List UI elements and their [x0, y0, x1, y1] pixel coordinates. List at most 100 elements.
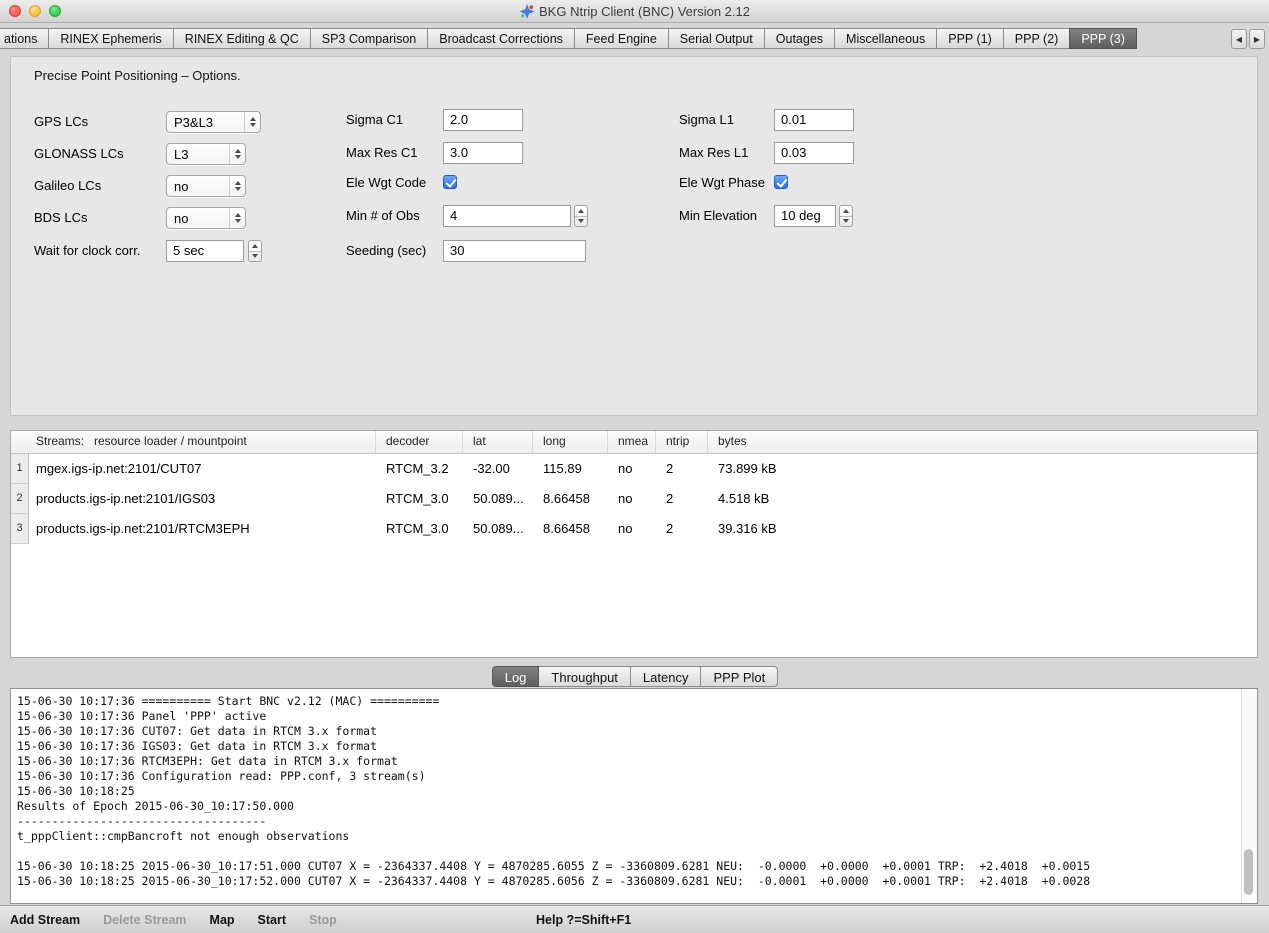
add-stream-button[interactable]: Add Stream [10, 913, 80, 927]
check-icon [445, 176, 456, 188]
glonass-lcs-label: GLONASS LCs [34, 146, 124, 161]
step-up-icon[interactable] [575, 206, 587, 217]
row-number[interactable]: 1 [11, 454, 29, 484]
tab-ppp-2[interactable]: PPP (2) [1003, 28, 1071, 49]
cell-nmea: no [608, 514, 656, 544]
step-down-icon[interactable] [840, 217, 852, 227]
cell-lat: 50.089... [463, 484, 533, 514]
tab-miscellaneous[interactable]: Miscellaneous [834, 28, 937, 49]
header-mountpoint[interactable]: Streams: resource loader / mountpoint [11, 431, 376, 453]
header-nmea[interactable]: nmea [608, 431, 656, 453]
stream-row[interactable]: 3 products.igs-ip.net:2101/RTCM3EPH RTCM… [11, 514, 1257, 544]
log-line: 15-06-30 10:17:36 Configuration read: PP… [17, 769, 1239, 784]
galileo-lcs-select[interactable]: no [166, 175, 246, 197]
tab-rinex-observations[interactable]: ations [0, 28, 49, 49]
ele-wgt-phase-checkbox[interactable] [774, 175, 788, 189]
wait-clock-input[interactable]: 5 sec [166, 240, 244, 262]
tab-scroll-right-button[interactable]: ▶ [1249, 29, 1265, 49]
tab-rinex-ephemeris[interactable]: RINEX Ephemeris [48, 28, 173, 49]
start-button[interactable]: Start [258, 913, 286, 927]
traffic-lights [9, 5, 61, 17]
stream-row[interactable]: 2 products.igs-ip.net:2101/IGS03 RTCM_3.… [11, 484, 1257, 514]
max-res-l1-label: Max Res L1 [679, 145, 748, 160]
min-elevation-input[interactable]: 10 deg [774, 205, 836, 227]
help-shortcut-label: Help ?=Shift+F1 [536, 913, 631, 927]
glonass-lcs-select[interactable]: L3 [166, 143, 246, 165]
tab-ppp-3[interactable]: PPP (3) [1069, 28, 1137, 49]
log-line: 15-06-30 10:17:36 CUT07: Get data in RTC… [17, 724, 1239, 739]
chevron-left-icon: ◀ [1236, 35, 1242, 44]
log-line: ------------------------------------ [17, 814, 1239, 829]
step-down-icon[interactable] [249, 252, 261, 262]
tab-ppp-1[interactable]: PPP (1) [936, 28, 1004, 49]
tab-rinex-editing-qc[interactable]: RINEX Editing & QC [173, 28, 311, 49]
cell-decoder: RTCM_3.0 [376, 484, 463, 514]
seeding-input[interactable]: 30 [443, 240, 586, 262]
ppp3-options-panel: Precise Point Positioning – Options. GPS… [10, 56, 1258, 416]
header-lat[interactable]: lat [463, 431, 533, 453]
log-output[interactable]: 15-06-30 10:17:36 ========== Start BNC v… [10, 688, 1258, 904]
tab-throughput[interactable]: Throughput [538, 666, 631, 687]
cell-lat: 50.089... [463, 514, 533, 544]
titlebar[interactable]: BKG Ntrip Client (BNC) Version 2.12 [0, 0, 1269, 23]
step-down-icon[interactable] [575, 217, 587, 227]
stream-row[interactable]: 1 mgex.igs-ip.net:2101/CUT07 RTCM_3.2 -3… [11, 454, 1257, 484]
log-line: Results of Epoch 2015-06-30_10:17:50.000 [17, 799, 1239, 814]
min-obs-label: Min # of Obs [346, 208, 420, 223]
gps-lcs-select[interactable]: P3&L3 [166, 111, 261, 133]
row-number[interactable]: 3 [11, 514, 29, 544]
log-scrollbar[interactable] [1241, 689, 1257, 903]
tab-latency[interactable]: Latency [630, 666, 702, 687]
minimize-window-button[interactable] [29, 5, 41, 17]
wait-clock-stepper[interactable] [248, 240, 262, 262]
scrollbar-thumb[interactable] [1244, 849, 1253, 895]
tab-log[interactable]: Log [492, 666, 540, 687]
tab-serial-output[interactable]: Serial Output [668, 28, 765, 49]
map-button[interactable]: Map [210, 913, 235, 927]
tab-outages[interactable]: Outages [764, 28, 835, 49]
cell-bytes: 73.899 kB [708, 454, 1257, 484]
cell-long: 8.66458 [533, 484, 608, 514]
min-obs-stepper[interactable] [574, 205, 588, 227]
status-bar: Add Stream Delete Stream Map Start Stop … [0, 905, 1269, 933]
sigma-l1-input[interactable]: 0.01 [774, 109, 854, 131]
galileo-lcs-label: Galileo LCs [34, 178, 101, 193]
chevron-up-down-icon [229, 144, 245, 164]
log-line: 15-06-30 10:18:25 2015-06-30_10:17:52.00… [17, 874, 1239, 889]
max-res-l1-input[interactable]: 0.03 [774, 142, 854, 164]
row-number[interactable]: 2 [11, 484, 29, 514]
streams-header: Streams: resource loader / mountpoint de… [11, 431, 1257, 454]
max-res-c1-label: Max Res C1 [346, 145, 418, 160]
ele-wgt-code-label: Ele Wgt Code [346, 175, 426, 190]
gps-lcs-label: GPS LCs [34, 114, 88, 129]
max-res-c1-input[interactable]: 3.0 [443, 142, 523, 164]
tab-ppp-plot[interactable]: PPP Plot [700, 666, 778, 687]
header-decoder[interactable]: decoder [376, 431, 463, 453]
tab-scroll-left-button[interactable]: ◀ [1231, 29, 1247, 49]
zoom-window-button[interactable] [49, 5, 61, 17]
min-elevation-stepper[interactable] [839, 205, 853, 227]
header-bytes[interactable]: bytes [708, 431, 1257, 453]
streams-table: Streams: resource loader / mountpoint de… [10, 430, 1258, 658]
tab-broadcast-corrections[interactable]: Broadcast Corrections [427, 28, 575, 49]
step-up-icon[interactable] [840, 206, 852, 217]
close-window-button[interactable] [9, 5, 21, 17]
header-ntrip[interactable]: ntrip [656, 431, 708, 453]
sigma-c1-input[interactable]: 2.0 [443, 109, 523, 131]
header-long[interactable]: long [533, 431, 608, 453]
step-up-icon[interactable] [249, 241, 261, 252]
cell-mountpoint: products.igs-ip.net:2101/IGS03 [29, 484, 376, 514]
bds-lcs-label: BDS LCs [34, 210, 87, 225]
tab-feed-engine[interactable]: Feed Engine [574, 28, 669, 49]
cell-ntrip: 2 [656, 484, 708, 514]
log-line: 15-06-30 10:17:36 Panel 'PPP' active [17, 709, 1239, 724]
gps-lcs-value: P3&L3 [167, 115, 244, 130]
tab-bar: ations RINEX Ephemeris RINEX Editing & Q… [0, 26, 1269, 49]
ele-wgt-code-checkbox[interactable] [443, 175, 457, 189]
cell-ntrip: 2 [656, 454, 708, 484]
bds-lcs-select[interactable]: no [166, 207, 246, 229]
tab-sp3-comparison[interactable]: SP3 Comparison [310, 28, 429, 49]
min-obs-input[interactable]: 4 [443, 205, 571, 227]
cell-decoder: RTCM_3.0 [376, 514, 463, 544]
cell-ntrip: 2 [656, 514, 708, 544]
